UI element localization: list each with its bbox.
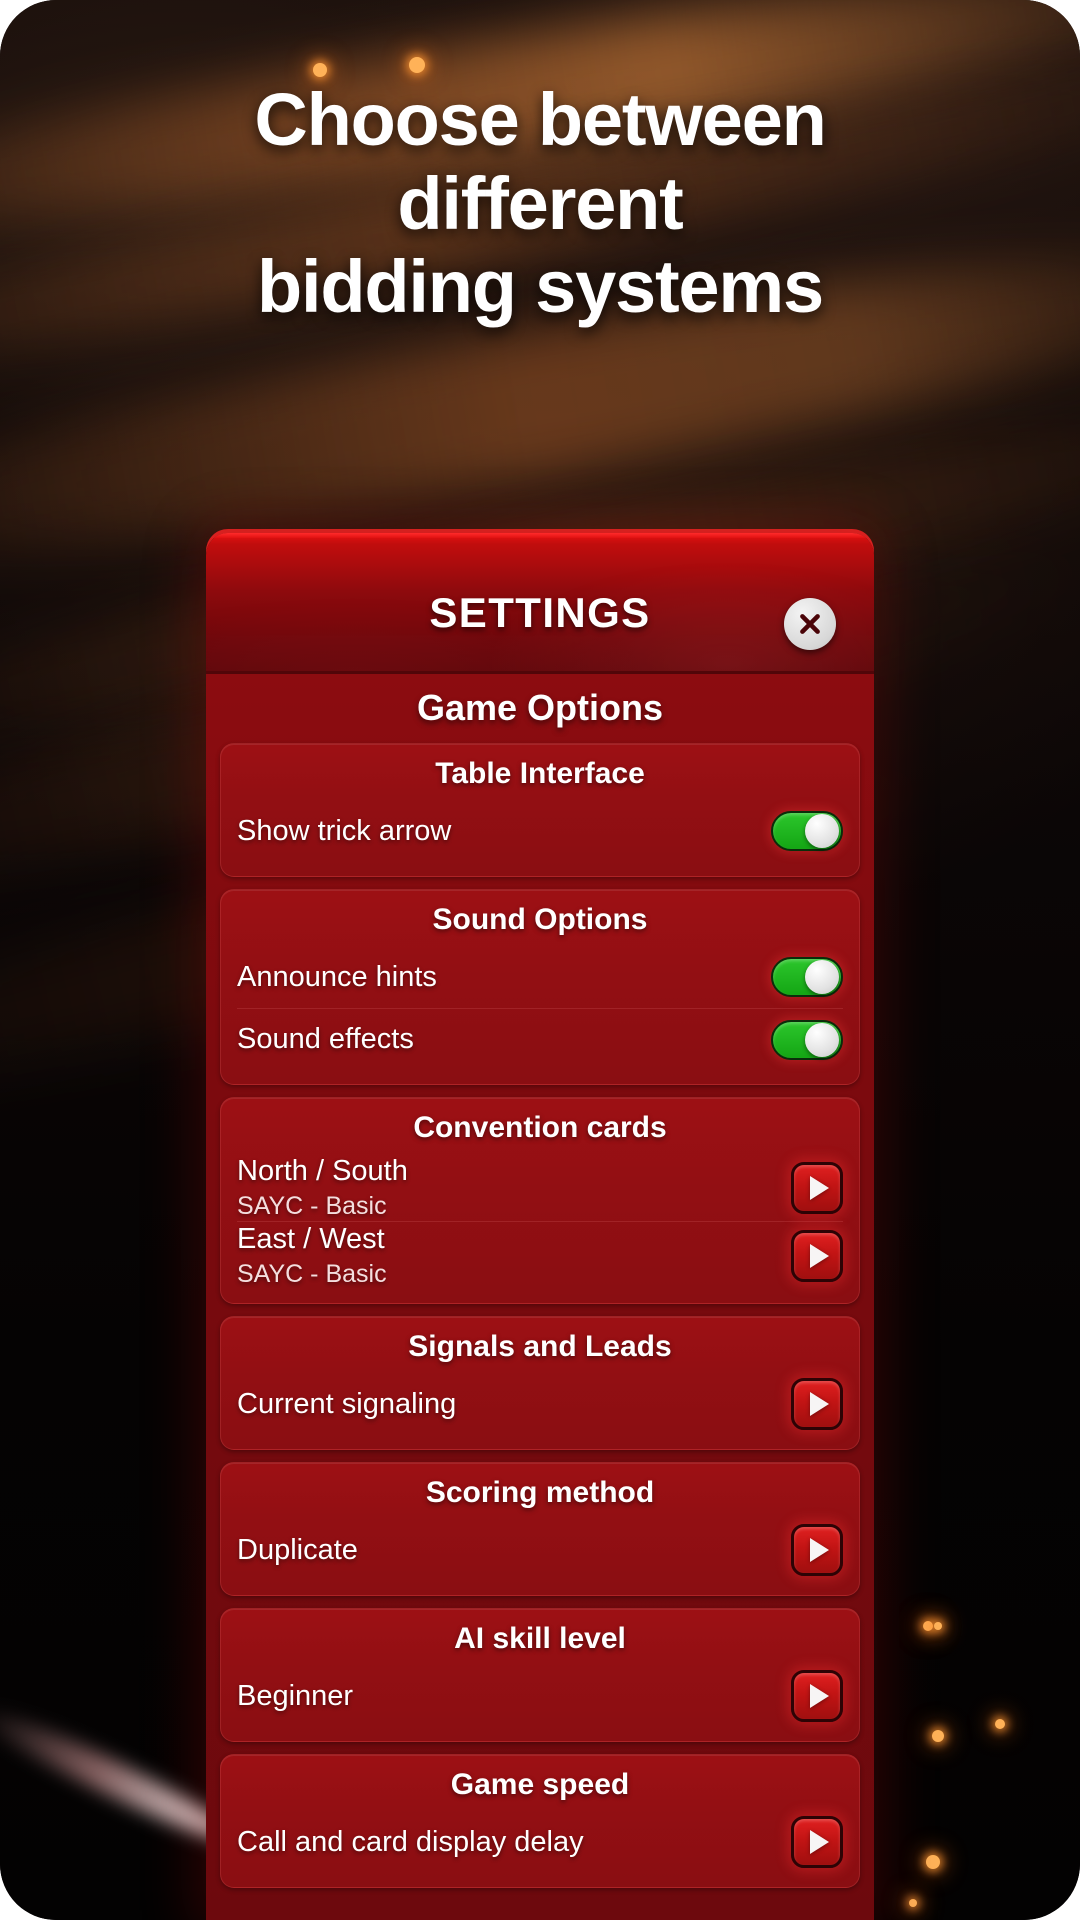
settings-row[interactable]: Call and card display delay — [237, 1811, 843, 1873]
play-arrow-icon[interactable] — [791, 1229, 843, 1282]
settings-panel: SETTINGS Game Options Table Interface Sho… — [206, 533, 874, 1920]
spark-dot — [909, 1899, 917, 1907]
app-screen: Choose between different bidding systems… — [0, 0, 1080, 1920]
settings-row-texts: Show trick arrow — [237, 814, 771, 848]
spark-dot — [995, 1719, 1005, 1729]
settings-title: SETTINGS — [429, 589, 651, 636]
spark-dot — [934, 1622, 942, 1630]
play-triangle — [809, 1392, 829, 1417]
settings-row-texts: Current signaling — [237, 1387, 791, 1421]
settings-card-title: AI skill level — [454, 1622, 626, 1656]
toggle-switch[interactable] — [771, 957, 843, 997]
settings-row[interactable]: Sound effects — [237, 1008, 843, 1070]
settings-row-texts: Call and card display delay — [237, 1825, 791, 1859]
headline-line-3: bidding systems — [257, 245, 824, 329]
settings-row[interactable]: Announce hints — [237, 946, 843, 1008]
play-triangle — [809, 1830, 829, 1855]
settings-card: Table Interface Show trick arrow — [220, 743, 860, 877]
spark-dot — [313, 63, 327, 77]
settings-row[interactable]: North / South SAYC - Basic — [237, 1154, 843, 1221]
spark-dot — [926, 1855, 940, 1869]
toggle-knob — [805, 960, 839, 994]
spark-dot — [932, 1730, 944, 1742]
spark-dot — [923, 1621, 933, 1631]
toggle-switch[interactable] — [771, 811, 843, 851]
page-title: Choose between different bidding systems — [0, 78, 1080, 329]
settings-card: AI skill level Beginner — [220, 1608, 860, 1743]
toggle-knob — [805, 1022, 839, 1057]
play-arrow-icon[interactable] — [791, 1161, 843, 1214]
toggle-switch[interactable] — [771, 1019, 843, 1060]
settings-row-label: Sound effects — [237, 1023, 414, 1056]
toggle-knob — [805, 814, 839, 848]
settings-row-label: Show trick arrow — [237, 814, 452, 847]
settings-row-label: Duplicate — [237, 1534, 358, 1567]
spark-dot — [409, 57, 425, 73]
settings-card-title: Table Interface — [435, 757, 645, 790]
settings-card: Scoring method Duplicate — [220, 1462, 860, 1597]
play-arrow-icon[interactable] — [791, 1670, 843, 1723]
settings-card-title: Convention cards — [413, 1111, 667, 1144]
play-triangle — [809, 1175, 829, 1200]
play-triangle — [809, 1684, 829, 1709]
settings-row-label: East / West — [237, 1223, 385, 1256]
play-triangle — [809, 1538, 829, 1563]
settings-row[interactable]: East / West SAYC - Basic — [237, 1221, 843, 1289]
settings-card-title: Scoring method — [425, 1476, 655, 1510]
settings-row-texts: Beginner — [237, 1679, 791, 1713]
play-triangle — [809, 1243, 829, 1268]
settings-row-subtext: SAYC - Basic — [237, 1192, 387, 1221]
settings-row-label: North / South — [237, 1155, 408, 1187]
settings-row-subtext: SAYC - Basic — [237, 1260, 387, 1289]
settings-row[interactable]: Beginner — [237, 1665, 843, 1727]
settings-row-label: Call and card display delay — [237, 1826, 584, 1859]
play-arrow-icon[interactable] — [791, 1816, 843, 1869]
headline-line-1: Choose between — [254, 78, 826, 161]
settings-card-title: Signals and Leads — [408, 1330, 672, 1364]
settings-row-label: Beginner — [237, 1680, 354, 1713]
settings-row[interactable]: Current signaling — [237, 1373, 843, 1435]
settings-row-label: Current signaling — [237, 1388, 457, 1421]
settings-card-title: Game speed — [450, 1768, 630, 1802]
settings-row-texts: Announce hints — [237, 960, 771, 994]
headline-line-2: different — [397, 161, 683, 245]
close-icon[interactable] — [784, 598, 836, 650]
settings-row[interactable]: Duplicate — [237, 1519, 843, 1581]
settings-panel-body: Game Options Table Interface Show trick a… — [206, 671, 874, 1920]
settings-card-list: Table Interface Show trick arrow Sound Opt… — [206, 743, 874, 1889]
play-arrow-icon[interactable] — [791, 1524, 843, 1577]
settings-row-label: Announce hints — [237, 960, 437, 993]
settings-row-texts: Duplicate — [237, 1533, 791, 1567]
settings-card: Game speed Call and card display delay — [220, 1754, 860, 1889]
settings-row[interactable]: Show trick arrow — [237, 800, 843, 862]
settings-card: Signals and Leads Current signaling — [220, 1316, 860, 1451]
settings-card: Sound Options Announce hints Sound effects — [220, 889, 860, 1085]
play-arrow-icon[interactable] — [791, 1378, 843, 1431]
settings-panel-header: SETTINGS — [206, 533, 874, 671]
settings-row-texts: North / South SAYC - Basic — [237, 1154, 791, 1221]
section-title-game-options: Game Options — [416, 687, 664, 728]
settings-card: Convention cards North / South SAYC - Basi… — [220, 1097, 860, 1305]
settings-row-texts: Sound effects — [237, 1022, 771, 1056]
settings-row-texts: East / West SAYC - Basic — [237, 1222, 791, 1289]
settings-card-title: Sound Options — [432, 903, 648, 936]
